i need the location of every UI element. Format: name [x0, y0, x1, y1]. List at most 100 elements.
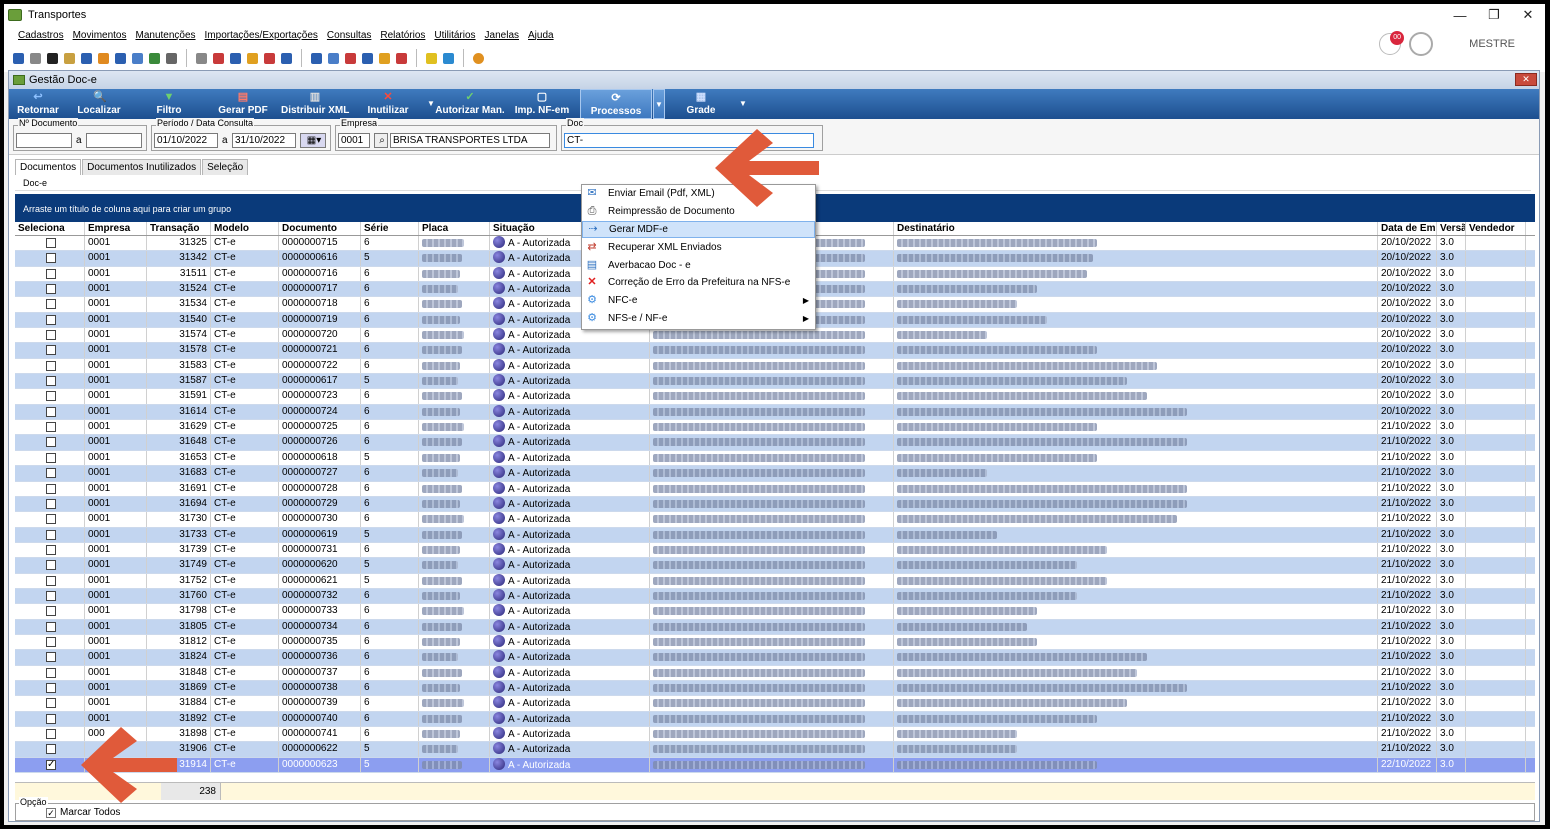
grade-button[interactable]: ▦ Grade: [679, 89, 723, 119]
cell-seleciona[interactable]: [15, 450, 85, 466]
table-row[interactable]: 0001 31587 CT-e 0000000617 5 A - Autorizada 20…: [15, 374, 1535, 390]
row-checkbox[interactable]: [46, 299, 56, 310]
row-checkbox[interactable]: [46, 560, 56, 571]
row-checkbox[interactable]: [46, 498, 56, 509]
cell-seleciona[interactable]: [15, 266, 85, 282]
grid-icon[interactable]: [132, 52, 143, 64]
row-checkbox[interactable]: [46, 544, 56, 555]
row-checkbox[interactable]: [46, 268, 56, 279]
chevron-down-icon[interactable]: ▼: [427, 99, 435, 108]
menu-manutencoes[interactable]: Manutenções: [135, 30, 195, 41]
cell-seleciona[interactable]: [15, 711, 85, 726]
report-icon[interactable]: [311, 52, 322, 64]
cell-seleciona[interactable]: [15, 481, 85, 496]
doc-icon[interactable]: [281, 52, 292, 64]
row-checkbox[interactable]: [46, 345, 56, 356]
empresa-name-select[interactable]: BRISA TRANSPORTES LTDA: [390, 133, 550, 148]
cell-seleciona[interactable]: [15, 542, 85, 558]
menu-utilitarios[interactable]: Utilitários: [434, 30, 475, 41]
child-close-button[interactable]: ✕: [1515, 73, 1537, 86]
cell-seleciona[interactable]: [15, 634, 85, 650]
col-seleciona[interactable]: Seleciona: [15, 222, 85, 235]
table-row[interactable]: 0001 31749 CT-e 0000000620 5 A - Autorizada 21…: [15, 558, 1535, 574]
imp-nf-em-button[interactable]: ▢ Imp. NF-em: [513, 89, 571, 119]
cell-seleciona[interactable]: [15, 604, 85, 619]
cell-seleciona[interactable]: [15, 328, 85, 343]
clock-icon[interactable]: [47, 52, 58, 64]
cell-seleciona[interactable]: [15, 727, 85, 742]
row-checkbox[interactable]: [46, 713, 56, 724]
menu-ajuda[interactable]: Ajuda: [528, 30, 554, 41]
row-checkbox[interactable]: [46, 376, 56, 387]
calc-icon[interactable]: [149, 52, 160, 64]
cell-seleciona[interactable]: [15, 742, 85, 757]
retornar-button[interactable]: ↩ Retornar: [13, 89, 63, 119]
period-from-input[interactable]: 01/10/2022: [154, 133, 218, 148]
cell-seleciona[interactable]: [15, 680, 85, 696]
cell-seleciona[interactable]: [15, 757, 85, 773]
truck-icon[interactable]: [64, 52, 75, 64]
table-row[interactable]: 0001 31848 CT-e 0000000737 6 A - Autorizada 21…: [15, 665, 1535, 681]
table-row[interactable]: 0001 31824 CT-e 0000000736 6 A - Autorizada 21…: [15, 650, 1535, 666]
row-checkbox[interactable]: [46, 391, 56, 402]
cell-seleciona[interactable]: [15, 404, 85, 420]
menu-janelas[interactable]: Janelas: [485, 30, 519, 41]
table-row[interactable]: 0001 31591 CT-e 0000000723 6 A - Autorizada 20…: [15, 389, 1535, 405]
cell-seleciona[interactable]: [15, 573, 85, 588]
row-checkbox[interactable]: [46, 636, 56, 647]
search-icon[interactable]: ⌕: [374, 133, 388, 148]
hand-icon[interactable]: [213, 52, 224, 64]
doc-from-input[interactable]: [16, 133, 72, 148]
cell-seleciona[interactable]: [15, 588, 85, 604]
info-icon[interactable]: [443, 52, 454, 64]
cell-seleciona[interactable]: [15, 389, 85, 404]
chart-icon[interactable]: [230, 52, 241, 64]
table-row[interactable]: 0001 31733 CT-e 0000000619 5 A - Autorizada 21…: [15, 527, 1535, 543]
table-row[interactable]: 0001 31730 CT-e 0000000730 6 A - Autorizada 21…: [15, 512, 1535, 528]
col-vendedor[interactable]: Vendedor: [1466, 222, 1526, 235]
tab-documentos-inutilizados[interactable]: Documentos Inutilizados: [82, 159, 202, 175]
table-row[interactable]: 31914CT-e00000006235A - Autorizada22/10/…: [15, 757, 1535, 774]
file-icon[interactable]: [13, 52, 24, 64]
cell-seleciona[interactable]: [15, 251, 85, 266]
alarm-icon[interactable]: [247, 52, 258, 64]
table-row[interactable]: 0001 31760 CT-e 0000000732 6 A - Autorizada 21…: [15, 588, 1535, 605]
table-row[interactable]: 0001 31805 CT-e 0000000734 6 A - Autorizada 21…: [15, 619, 1535, 635]
cancel-icon[interactable]: [396, 52, 407, 64]
window-icon[interactable]: [362, 52, 373, 64]
cell-seleciona[interactable]: [15, 420, 85, 435]
table-row[interactable]: 0001 31812 CT-e 0000000735 6 A - Autorizada 21…: [15, 634, 1535, 651]
cell-seleciona[interactable]: [15, 297, 85, 312]
row-checkbox[interactable]: [46, 314, 56, 325]
close-button[interactable]: ✕: [1511, 4, 1545, 26]
menu-relatorios[interactable]: Relatórios: [380, 30, 425, 41]
phone-icon[interactable]: [81, 52, 92, 64]
processos-dropdown-icon[interactable]: ▼: [653, 89, 665, 119]
menu-movimentos[interactable]: Movimentos: [73, 30, 127, 41]
col-empresa[interactable]: Empresa: [85, 222, 147, 235]
row-checkbox[interactable]: [46, 253, 56, 264]
table-row[interactable]: 0001 31653 CT-e 0000000618 5 A - Autorizada 21…: [15, 450, 1535, 467]
tab-documentos[interactable]: Documentos: [15, 159, 82, 175]
table-row[interactable]: 0001 31869 CT-e 0000000738 6 A - Autorizada 21…: [15, 680, 1535, 697]
menu-item-nfs-e-nf-e[interactable]: ⚙ NFS-e / NF-e ▶: [582, 310, 815, 328]
print-icon[interactable]: [196, 52, 207, 64]
menu-cadastros[interactable]: Cadastros: [18, 30, 64, 41]
restore-button[interactable]: ❐: [1477, 4, 1511, 26]
cell-seleciona[interactable]: [15, 619, 85, 634]
cell-seleciona[interactable]: [15, 236, 85, 251]
cell-seleciona[interactable]: [15, 374, 85, 389]
col-destinatario[interactable]: Destinatário: [894, 222, 1378, 235]
table-row[interactable]: 0001 31614 CT-e 0000000724 6 A - Autorizada 20…: [15, 404, 1535, 421]
col-placa[interactable]: Placa: [419, 222, 490, 235]
cell-seleciona[interactable]: [15, 527, 85, 542]
row-checkbox[interactable]: [46, 330, 56, 341]
table-row[interactable]: 0001 31691 CT-e 0000000728 6 A - Autorizada 21…: [15, 481, 1535, 497]
cell-seleciona[interactable]: [15, 282, 85, 297]
user-avatar-icon[interactable]: [1409, 32, 1434, 56]
calendar-icon[interactable]: [345, 52, 356, 64]
cell-seleciona[interactable]: [15, 312, 85, 328]
col-serie[interactable]: Série: [361, 222, 419, 235]
localizar-button[interactable]: 🔍 Localizar: [73, 89, 125, 119]
chevron-down-icon[interactable]: ▼: [739, 99, 747, 108]
